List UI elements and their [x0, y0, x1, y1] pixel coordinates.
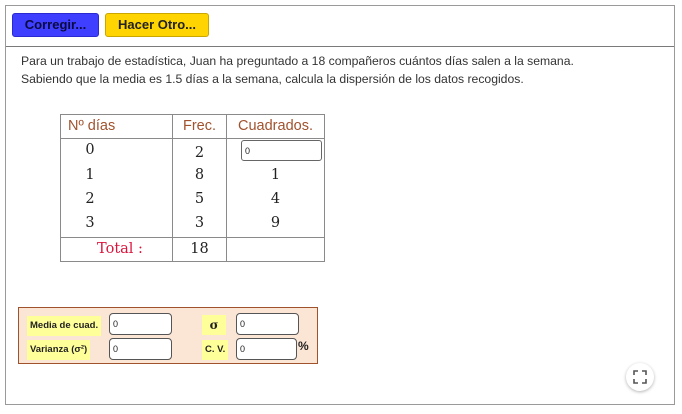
table-border-bottom	[60, 261, 325, 262]
cell-square-2: 4	[270, 191, 281, 207]
hacer-otro-button[interactable]: Hacer Otro...	[105, 13, 209, 37]
header-dias: Nº días	[68, 118, 116, 134]
table-header-divider	[60, 138, 325, 139]
table-border-right	[324, 114, 325, 262]
cell-days-3: 3	[85, 215, 95, 231]
cell-days-1: 1	[85, 167, 95, 183]
corregir-button[interactable]: Corregir...	[12, 13, 99, 37]
sigma-label: σ	[202, 315, 226, 335]
table-divider-2	[226, 114, 227, 262]
table-divider-1	[172, 114, 173, 262]
fullscreen-button[interactable]	[626, 363, 654, 391]
header-cuadrados: Cuadrados.	[238, 118, 313, 134]
cell-square-3: 9	[270, 215, 281, 231]
frequency-table: Nº días Frec. Cuadrados. 0 2 1 8 1 2 5 4…	[60, 114, 325, 262]
mean-squares-label: Media de cuad.	[27, 316, 102, 336]
applet-frame: Corregir... Hacer Otro... Para un trabaj…	[5, 5, 675, 405]
percent-sign: %	[298, 339, 309, 353]
cell-freq-0: 2	[194, 145, 205, 161]
cell-freq-2: 5	[194, 191, 205, 207]
cell-days-2: 2	[85, 191, 95, 207]
cv-input[interactable]	[236, 338, 297, 360]
problem-line-1: Para un trabajo de estadística, Juan ha …	[21, 54, 574, 68]
header-frec: Frec.	[182, 118, 217, 134]
results-panel: Media de cuad. Varianza (σ²) σ C. V. %	[18, 307, 318, 364]
total-label: Total :	[97, 241, 143, 257]
variance-input[interactable]	[109, 338, 172, 360]
cell-freq-1: 8	[194, 167, 205, 183]
variance-label: Varianza (σ²)	[27, 340, 91, 360]
total-value: 18	[190, 241, 209, 257]
table-border-left	[60, 114, 61, 262]
cv-label: C. V.	[202, 340, 229, 360]
sigma-input[interactable]	[236, 313, 299, 335]
mean-squares-input[interactable]	[109, 313, 172, 335]
square-input-0[interactable]	[241, 140, 322, 161]
cell-freq-3: 3	[194, 215, 205, 231]
cell-days-0: 0	[85, 142, 95, 158]
problem-line-2: Sabiendo que la media es 1.5 días a la s…	[21, 72, 524, 86]
table-total-divider	[60, 237, 325, 238]
problem-statement: Para un trabajo de estadística, Juan ha …	[21, 52, 661, 88]
cell-square-1: 1	[270, 167, 281, 183]
fullscreen-icon	[633, 370, 647, 384]
table-border-top	[60, 114, 325, 115]
toolbar: Corregir... Hacer Otro...	[6, 6, 674, 46]
toolbar-divider	[6, 46, 674, 47]
